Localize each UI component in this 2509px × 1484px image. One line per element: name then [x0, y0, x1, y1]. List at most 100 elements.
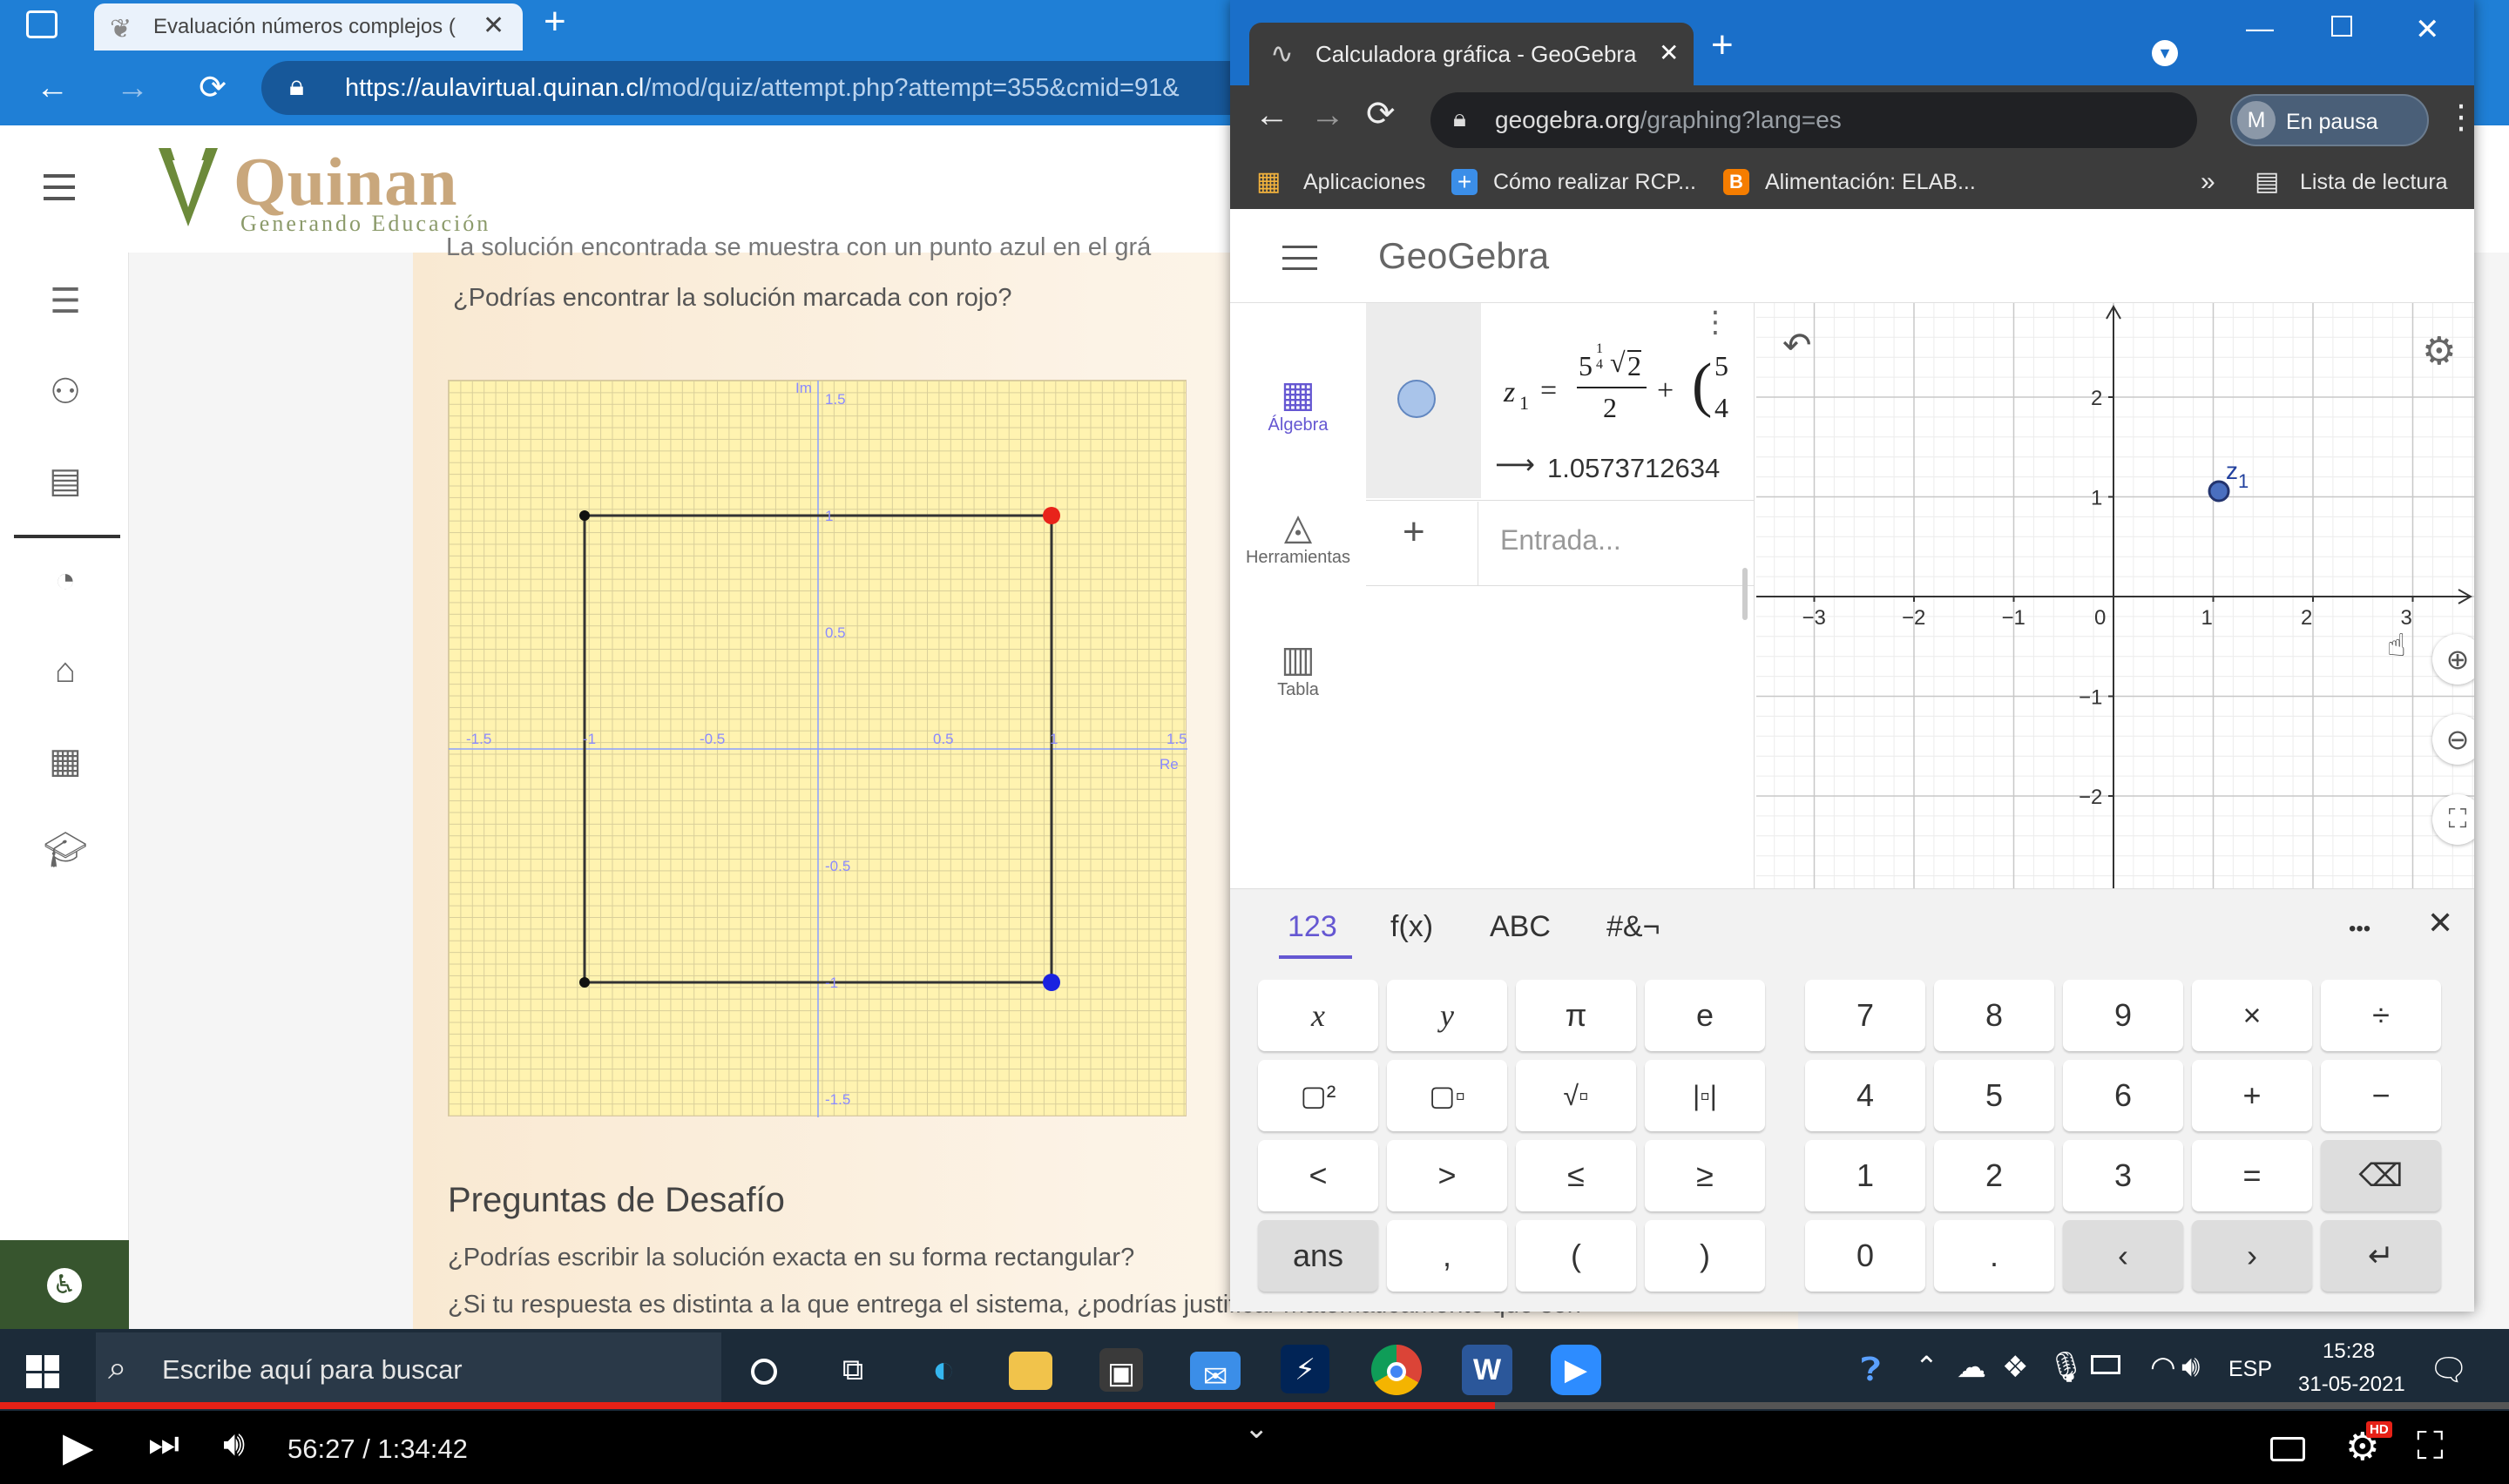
accessibility-icon[interactable]: ♿︎ [47, 1268, 82, 1303]
new-tab-icon[interactable]: + [1711, 26, 1734, 64]
clock-time[interactable]: 15:28 [2323, 1339, 2375, 1364]
key-right-10[interactable]: 1 [1805, 1140, 1925, 1211]
tab-search-icon[interactable]: ▼ [2152, 40, 2178, 66]
key-right-0[interactable]: 7 [1805, 980, 1925, 1051]
reload-icon[interactable]: ⟳ [186, 51, 239, 125]
nav-algebra[interactable]: ▦ Álgebra [1230, 373, 1366, 460]
notifications-icon[interactable]: 🗨︎ [2429, 1352, 2469, 1388]
zoom-app-icon[interactable]: ▶ [1551, 1345, 1601, 1395]
kb-more-icon[interactable]: ••• [2349, 917, 2370, 941]
volume-icon[interactable]: 🔊︎ [2181, 1350, 2200, 1384]
exit-fullscreen-icon[interactable]: ⛶ [2417, 1425, 2444, 1468]
volume-icon[interactable]: 🔊︎ [223, 1425, 245, 1464]
key-left-15[interactable]: ) [1645, 1220, 1765, 1292]
key-right-18[interactable]: › [2192, 1220, 2312, 1292]
microphone-icon[interactable]: 🎙︎ [2047, 1350, 2085, 1385]
kb-close-icon[interactable]: ✕ [2427, 905, 2453, 941]
key-right-4[interactable]: ÷ [2321, 980, 2441, 1051]
bookmark-alimentacion[interactable]: Alimentación: ELAB... [1765, 155, 1976, 209]
bg-url-bar[interactable]: 🔒︎ https://aulavirtual.quinan.cl/mod/qui… [261, 61, 1272, 115]
key-right-15[interactable]: 0 [1805, 1220, 1925, 1292]
key-right-5[interactable]: 4 [1805, 1060, 1925, 1131]
nav-tools[interactable]: ◬ Herramientas [1230, 505, 1366, 592]
gg-menu-icon[interactable] [1282, 246, 1317, 270]
tray-chevron-up-icon[interactable]: ⌃ [1915, 1350, 1938, 1383]
kb-tab-abc[interactable]: ABC [1490, 910, 1551, 944]
play-icon[interactable]: ▶ [63, 1423, 93, 1470]
key-right-9[interactable]: − [2321, 1060, 2441, 1131]
file-explorer-icon[interactable] [1009, 1352, 1052, 1390]
dropbox-icon[interactable]: ❖ [2002, 1350, 2028, 1385]
key-left-3[interactable]: e [1645, 980, 1765, 1051]
key-right-1[interactable]: 8 [1934, 980, 2054, 1051]
minimize-icon[interactable]: — [2246, 12, 2274, 44]
gg-tab[interactable]: ∿ Calculadora gráfica - GeoGebra ✕ [1249, 23, 1694, 85]
help-icon[interactable]: ❓︎ [1861, 1352, 1881, 1389]
key-left-0[interactable]: x [1258, 980, 1378, 1051]
cortana-icon[interactable] [739, 1345, 789, 1395]
bookmark-rcp[interactable]: Cómo realizar RCP... [1493, 155, 1696, 209]
edge-icon[interactable]: ◐ [918, 1345, 969, 1395]
forward-arrow-icon[interactable]: → [1310, 96, 1345, 135]
store-icon[interactable]: ▣ [1099, 1348, 1143, 1392]
key-right-2[interactable]: 9 [2063, 980, 2183, 1051]
key-template-5[interactable]: ▢▫ [1387, 1060, 1507, 1131]
key-left-14[interactable]: ( [1516, 1220, 1636, 1292]
close-window-icon[interactable]: ✕ [2415, 12, 2440, 47]
key-left-8[interactable]: < [1258, 1140, 1378, 1211]
chevron-down-icon[interactable]: ⌄ [1244, 1411, 1269, 1446]
visibility-toggle[interactable] [1397, 380, 1436, 418]
row-more-icon[interactable]: ⋮ [1701, 305, 1730, 340]
key-template-4[interactable]: ▢² [1258, 1060, 1378, 1131]
algebra-input[interactable]: Entrada... [1500, 524, 1621, 556]
home-icon[interactable]: ⌂ [35, 644, 96, 697]
key-right-12[interactable]: 3 [2063, 1140, 2183, 1211]
key-left-12[interactable]: ans [1258, 1220, 1378, 1292]
key-left-11[interactable]: ≥ [1645, 1140, 1765, 1211]
apps-grid-icon[interactable]: ▦ [1256, 155, 1281, 209]
kb-tab-123[interactable]: 123 [1288, 910, 1337, 944]
kebab-menu-icon[interactable]: ⋮ [2445, 98, 2474, 137]
quinan-logo[interactable]: Quinan Generando Educación [153, 139, 519, 237]
key-right-11[interactable]: 2 [1934, 1140, 2054, 1211]
clock-date[interactable]: 31-05-2021 [2298, 1373, 2405, 1397]
hamburger-menu-icon[interactable] [44, 174, 75, 200]
task-view-icon[interactable]: ⧉ [828, 1345, 878, 1395]
add-input-icon[interactable]: + [1403, 510, 1425, 554]
graphics-view[interactable]: −3−2−1012321−1−2−3 z 1 ↶ ⚙ ⊕ ⊖ ⛶ ☝ [1756, 303, 2474, 888]
subtitles-icon[interactable] [2270, 1437, 2305, 1461]
red-solution-point[interactable] [1043, 507, 1060, 524]
calendar-icon[interactable]: ▦ [35, 735, 96, 787]
dashboard-gauge-icon[interactable]: ◔ [35, 554, 96, 606]
reading-list[interactable]: Lista de lectura [2300, 155, 2448, 209]
gg-url-bar[interactable]: 🔒︎ geogebra.org/graphing?lang=es [1430, 92, 2197, 148]
more-bookmarks-icon[interactable]: » [2201, 155, 2215, 209]
word-icon[interactable]: W [1462, 1345, 1512, 1395]
key-right-13[interactable]: = [2192, 1140, 2312, 1211]
windows-start-icon[interactable] [26, 1355, 59, 1388]
close-tab-icon[interactable]: ✕ [483, 10, 504, 41]
kb-tab-symbols[interactable]: #&¬ [1606, 910, 1660, 944]
blue-solution-point[interactable] [1043, 974, 1060, 991]
bg-tab[interactable]: ❦ Evaluación números complejos ( ✕ [94, 3, 523, 51]
expression-formula[interactable]: z 1 = 5 1 4 √ 2 2 + ( 5 4 [1495, 329, 1756, 434]
close-tab-icon[interactable]: ✕ [1659, 38, 1679, 67]
key-right-3[interactable]: × [2192, 980, 2312, 1051]
graduation-cap-icon[interactable]: 🎓︎ [35, 824, 96, 876]
key-right-14[interactable]: ⌫ [2321, 1140, 2441, 1211]
key-template-6[interactable]: √▫ [1516, 1060, 1636, 1131]
point-z1[interactable] [2208, 480, 2230, 503]
tab-actions-icon[interactable] [26, 10, 57, 38]
key-right-7[interactable]: 6 [2063, 1060, 2183, 1131]
taskbar-search[interactable]: ⌕ Escribe aquí para buscar [96, 1332, 721, 1407]
settings-gear-icon[interactable]: ⚙ [2422, 329, 2456, 374]
nav-table[interactable]: ▥ Tabla [1230, 637, 1366, 725]
grades-book-icon[interactable]: ▤ [35, 455, 96, 507]
wifi-icon[interactable]: ◠ [2150, 1350, 2176, 1385]
new-tab-icon[interactable]: + [544, 0, 566, 44]
mail-icon[interactable]: ✉ [1190, 1352, 1241, 1393]
powershell-icon[interactable]: ⚡︎ [1281, 1345, 1329, 1393]
kb-tab-fx[interactable]: f(x) [1390, 910, 1433, 944]
list-icon[interactable]: ☰ [35, 275, 96, 327]
algebra-scrollbar[interactable] [1742, 568, 1748, 620]
